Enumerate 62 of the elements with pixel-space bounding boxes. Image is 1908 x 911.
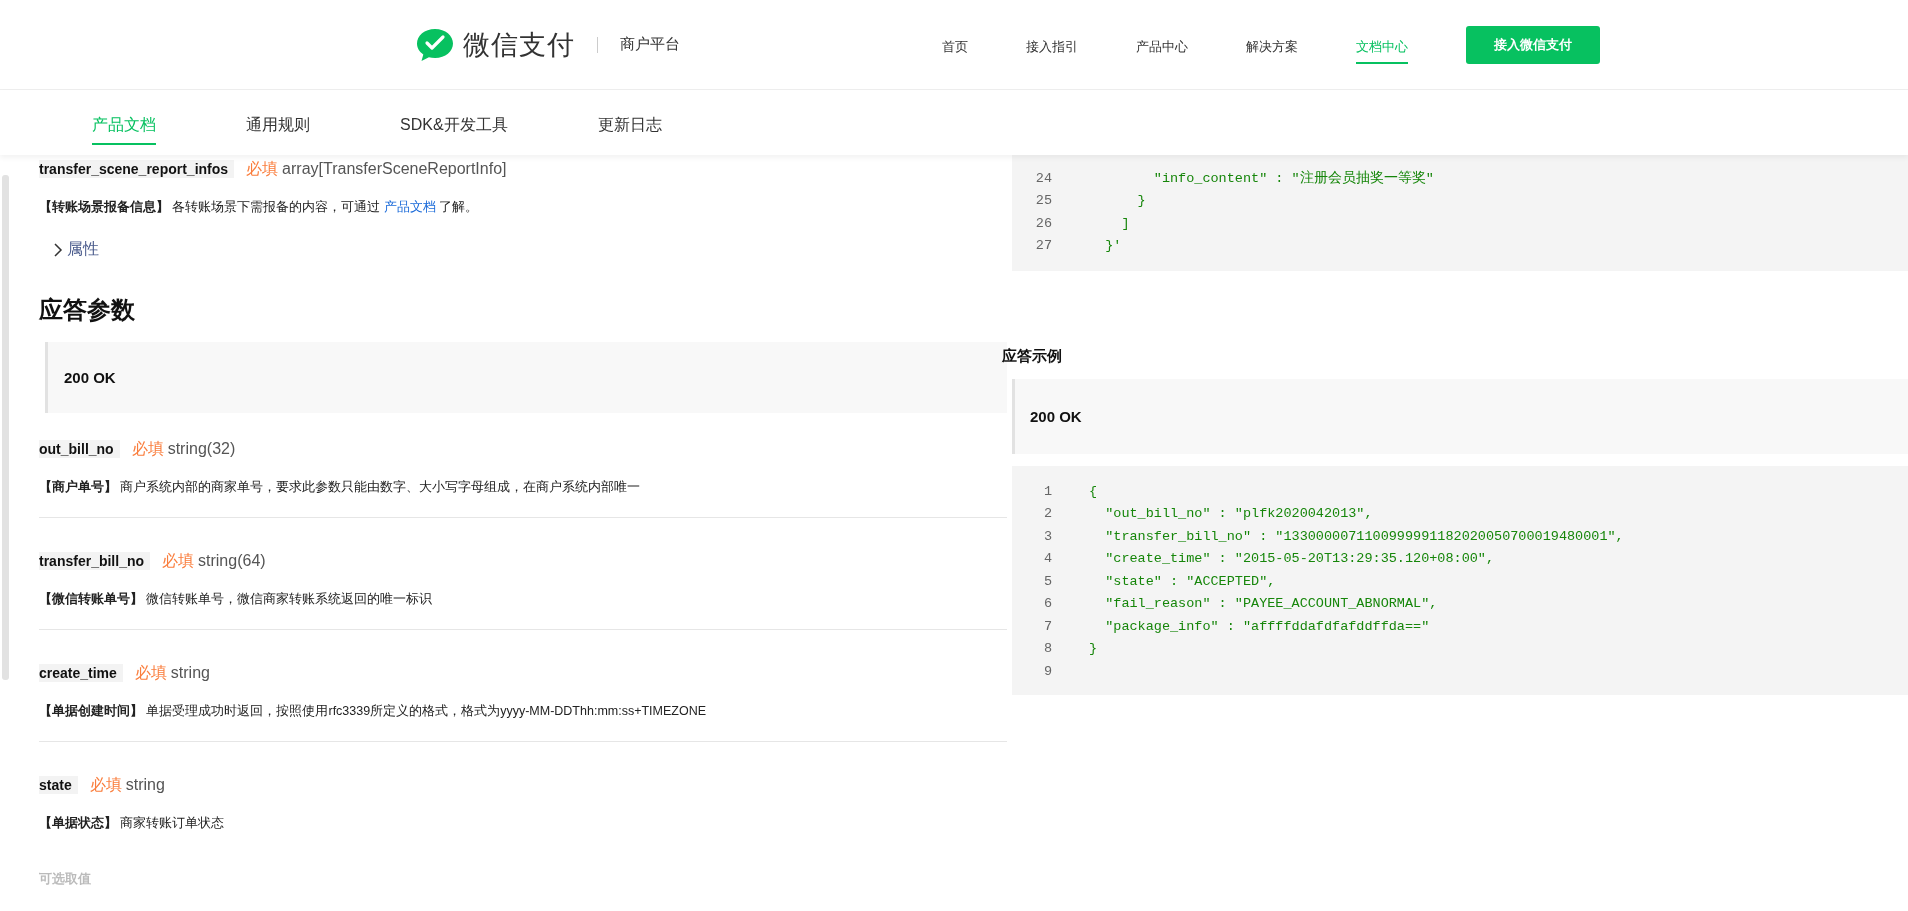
param-name: transfer_bill_no [39, 552, 151, 570]
nav-link[interactable]: 首页 [942, 29, 968, 64]
platform-name: 商户平台 [620, 35, 680, 54]
param-description: 【微信转账单号】 微信转账单号，微信商家转账系统返回的唯一标识 [39, 591, 434, 608]
param-name: state [39, 776, 78, 794]
nav-link[interactable]: 解决方案 [1246, 29, 1298, 64]
brand-name: 微信支付 [463, 28, 575, 62]
nav-link[interactable]: 产品中心 [1136, 29, 1188, 64]
required-label: 必填 [89, 775, 122, 795]
code-line: ] [1120, 215, 1130, 231]
section-heading: 应答参数 [39, 295, 136, 325]
code-line: "transfer_bill_no" : "1330000071100999991182020050700019480001", [1104, 528, 1624, 544]
param-name: transfer_scene_report_infos [39, 160, 235, 178]
line-number: 24 [1034, 170, 1052, 186]
doc-tab[interactable]: 通用规则 [246, 100, 310, 145]
required-label: 必填 [134, 663, 167, 683]
param-type: string(64) [198, 552, 266, 570]
line-number: 5 [1042, 573, 1052, 589]
code-line: }' [1104, 238, 1122, 254]
attributes-expander[interactable]: 属性 [53, 239, 99, 260]
chevron-icon [53, 242, 63, 257]
code-line: } [1089, 641, 1098, 657]
required-label: 必填 [162, 551, 195, 571]
line-number: 25 [1034, 193, 1052, 209]
code-line: "info_content" : "注册会员抽奖一等奖" [1152, 169, 1434, 188]
logo-icon [415, 26, 455, 63]
line-number: 8 [1042, 641, 1052, 657]
code-line: "create_time" : "2015-05-20T13:29:35.120+08:00", [1104, 551, 1495, 567]
line-number: 1 [1042, 483, 1052, 499]
scrollbar[interactable] [2, 175, 9, 680]
param-description: 【单据创建时间】 单据受理成功时返回，按照使用rfc3339所定义的格式，格式为yyyy-MM-DDThh:mm:ss+TIMEZONE [39, 703, 708, 720]
nav-link[interactable]: 接入指引 [1026, 29, 1078, 64]
code-line: "fail_reason" : "PAYEE_ACCOUNT_ABNORMAL", [1104, 596, 1438, 612]
optional-values-label: 可选取值 [39, 871, 91, 888]
code-line: "out_bill_no" : "plfk2020042013", [1104, 506, 1373, 522]
status-banner: 200 OK [1012, 379, 1908, 454]
line-number: 3 [1042, 528, 1052, 544]
line-number: 7 [1042, 618, 1052, 634]
code-line: { [1089, 483, 1098, 499]
code-line: "package_info" : "affffddafdfafddffda==" [1104, 618, 1430, 634]
doc-tab[interactable]: SDK&开发工具 [400, 100, 508, 145]
line-number: 26 [1034, 215, 1052, 231]
param-name: out_bill_no [39, 440, 120, 458]
doc-tab[interactable]: 更新日志 [597, 100, 662, 145]
doc-link[interactable]: 产品文档 [383, 200, 436, 214]
required-label: 必填 [131, 439, 164, 459]
param-type: string(32) [167, 440, 236, 458]
line-number: 9 [1042, 663, 1052, 679]
param-description: 【单据状态】 商家转账订单状态 [39, 815, 226, 832]
code-line: "state" : "ACCEPTED", [1104, 573, 1276, 589]
param-name: create_time [39, 664, 123, 682]
line-number: 27 [1034, 238, 1052, 254]
param-description: 【商户单号】 商户系统内部的商家单号，要求此参数只能由数字、大小写字母组成，在商户系统内部唯一 [39, 479, 642, 496]
line-number: 4 [1042, 551, 1052, 567]
param-type: array[TransferSceneReportInfo] [282, 160, 507, 178]
line-number: 6 [1042, 596, 1052, 612]
line-number: 2 [1042, 506, 1052, 522]
code-line: } [1136, 193, 1146, 209]
param-type: string [125, 776, 165, 794]
required-label: 必填 [246, 159, 279, 179]
param-type: string [170, 664, 210, 682]
param-description: 【转账场景报备信息】 各转账场景下需报备的内容，可通过 产品文档 了解。 [39, 199, 480, 216]
